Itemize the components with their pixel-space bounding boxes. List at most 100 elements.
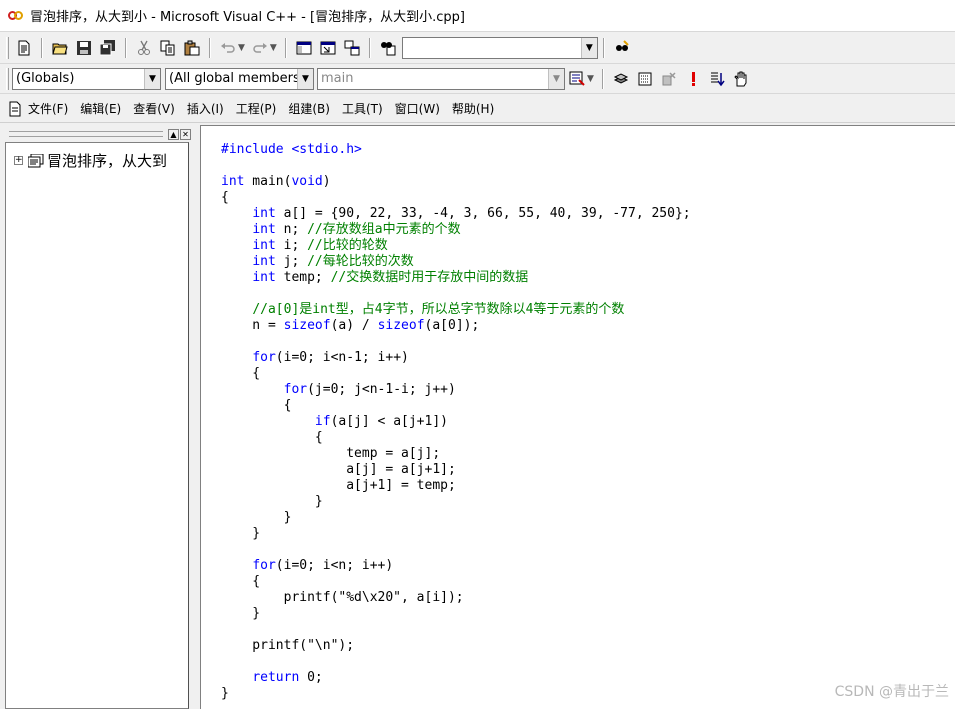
output-icon[interactable] bbox=[317, 37, 339, 59]
code-keyword: int bbox=[252, 222, 276, 237]
open-folder-icon[interactable] bbox=[49, 37, 71, 59]
filter-combo[interactable]: (All global members ▼ bbox=[165, 67, 314, 90]
compile-icon[interactable] bbox=[610, 68, 632, 90]
toolbar-grip[interactable] bbox=[6, 37, 9, 59]
chevron-down-icon[interactable]: ▼ bbox=[548, 68, 564, 89]
code-line: for(i=0; i<n; i++) bbox=[221, 558, 691, 574]
pane-splitter[interactable] bbox=[193, 127, 200, 709]
workspace-pane-header[interactable]: ▲ ✕ bbox=[5, 127, 193, 141]
menu-help[interactable]: 帮助(H) bbox=[451, 98, 495, 119]
copy-icon[interactable] bbox=[157, 37, 179, 59]
code-text: main( bbox=[244, 174, 292, 189]
code-text: } bbox=[221, 494, 323, 509]
close-pane-icon[interactable]: ✕ bbox=[180, 128, 191, 140]
code-text: i; bbox=[275, 238, 308, 253]
chevron-down-icon[interactable]: ▼ bbox=[297, 68, 313, 89]
code-text: } bbox=[221, 606, 261, 621]
execute-icon[interactable] bbox=[682, 68, 704, 90]
code-text: (a[0]); bbox=[424, 318, 480, 333]
workspace-tree[interactable]: + 冒泡排序，从大到 bbox=[5, 142, 189, 709]
go-icon[interactable] bbox=[706, 68, 728, 90]
code-text: 0; bbox=[299, 670, 323, 685]
code-line: printf("%d\x20", a[i]); bbox=[221, 590, 691, 606]
watermark: CSDN @青出于兰 bbox=[834, 684, 949, 700]
code-text: (i=0; i<n; i++) bbox=[275, 558, 394, 573]
code-keyword: for bbox=[252, 350, 276, 365]
code-text: printf("%d\x20", a[i]); bbox=[221, 590, 464, 605]
menu-edit[interactable]: 编辑(E) bbox=[79, 98, 122, 119]
code-text: ) bbox=[322, 174, 331, 189]
menu-view[interactable]: 查看(V) bbox=[132, 98, 176, 119]
menu-build[interactable]: 组建(B) bbox=[287, 98, 331, 119]
wizard-action-icon[interactable] bbox=[566, 68, 588, 90]
title-bar[interactable]: 冒泡排序，从大到小 - Microsoft Visual C++ - [冒泡排序… bbox=[0, 0, 955, 32]
code-keyword: int bbox=[252, 238, 276, 253]
code-text: (j=0; j<n-1-i; j++) bbox=[307, 382, 456, 397]
chevron-down-icon[interactable]: ▼ bbox=[580, 38, 597, 58]
code-keyword: int bbox=[252, 270, 276, 285]
pane-grip[interactable] bbox=[9, 131, 163, 137]
code-line: } bbox=[221, 510, 691, 526]
code-text: a[j+1] = temp; bbox=[221, 478, 456, 493]
code-line: for(i=0; i<n-1; i++) bbox=[221, 350, 691, 366]
code-comment: //存放数组a中元素的个数 bbox=[307, 222, 461, 237]
find-combo[interactable]: ▼ bbox=[401, 37, 598, 59]
undo-icon[interactable] bbox=[217, 37, 239, 59]
code-keyword: int bbox=[252, 206, 276, 221]
new-file-icon[interactable] bbox=[13, 37, 35, 59]
tree-root-item[interactable]: + 冒泡排序，从大到 bbox=[14, 150, 167, 171]
insert-breakpoint-icon[interactable] bbox=[730, 68, 752, 90]
code-line: a[j+1] = temp; bbox=[221, 478, 691, 494]
code-line: int temp; //交换数据时用于存放中间的数据 bbox=[221, 270, 691, 286]
redo-icon[interactable] bbox=[249, 37, 271, 59]
code-comment: //a[0]是int型，占4字节，所以总字节数除以4等于元素的个数 bbox=[252, 302, 625, 317]
stop-build-icon[interactable] bbox=[658, 68, 680, 90]
menu-file[interactable]: 文件(F) bbox=[27, 98, 69, 119]
search-icon[interactable] bbox=[611, 37, 633, 59]
redo-dropdown-icon[interactable]: ▼ bbox=[270, 43, 277, 53]
menu-project[interactable]: 工程(P) bbox=[235, 98, 278, 119]
build-icon[interactable] bbox=[634, 68, 656, 90]
code-line: { bbox=[221, 430, 691, 446]
toolbar-grip[interactable] bbox=[6, 67, 9, 90]
source-code[interactable]: #include <stdio.h> int main(void){ int a[… bbox=[221, 142, 691, 702]
chevron-down-icon[interactable]: ▼ bbox=[144, 68, 160, 89]
code-keyword: int bbox=[252, 254, 276, 269]
find-in-files-icon[interactable] bbox=[377, 37, 399, 59]
member-combo[interactable]: main ▼ bbox=[317, 67, 565, 90]
save-icon[interactable] bbox=[73, 37, 95, 59]
document-icon[interactable] bbox=[7, 98, 23, 120]
code-text: temp = a[j]; bbox=[221, 446, 441, 461]
workspace-icon bbox=[28, 153, 44, 167]
class-combo[interactable]: (Globals) ▼ bbox=[12, 67, 161, 90]
undo-dropdown-icon[interactable]: ▼ bbox=[238, 43, 245, 53]
code-editor[interactable]: #include <stdio.h> int main(void){ int a[… bbox=[200, 125, 955, 709]
menu-window[interactable]: 窗口(W) bbox=[394, 98, 441, 119]
wizard-dropdown-icon[interactable]: ▼ bbox=[587, 74, 594, 84]
menu-tools[interactable]: 工具(T) bbox=[341, 98, 384, 119]
paste-icon[interactable] bbox=[181, 37, 203, 59]
wizard-bar: (Globals) ▼ (All global members ▼ main ▼… bbox=[0, 64, 955, 94]
code-comment: //每轮比较的次数 bbox=[307, 254, 414, 269]
code-line: { bbox=[221, 398, 691, 414]
code-keyword: if bbox=[314, 414, 331, 429]
window-list-icon[interactable] bbox=[341, 37, 363, 59]
menu-insert[interactable]: 插入(I) bbox=[186, 98, 225, 119]
code-keyword: for bbox=[252, 558, 276, 573]
expand-icon[interactable]: + bbox=[14, 156, 23, 165]
maximize-pane-icon[interactable]: ▲ bbox=[168, 128, 179, 140]
code-line: { bbox=[221, 190, 691, 206]
workspace-icon[interactable] bbox=[293, 37, 315, 59]
cut-icon[interactable] bbox=[133, 37, 155, 59]
code-text: j; bbox=[275, 254, 308, 269]
save-all-icon[interactable] bbox=[97, 37, 119, 59]
code-text: { bbox=[221, 398, 292, 413]
